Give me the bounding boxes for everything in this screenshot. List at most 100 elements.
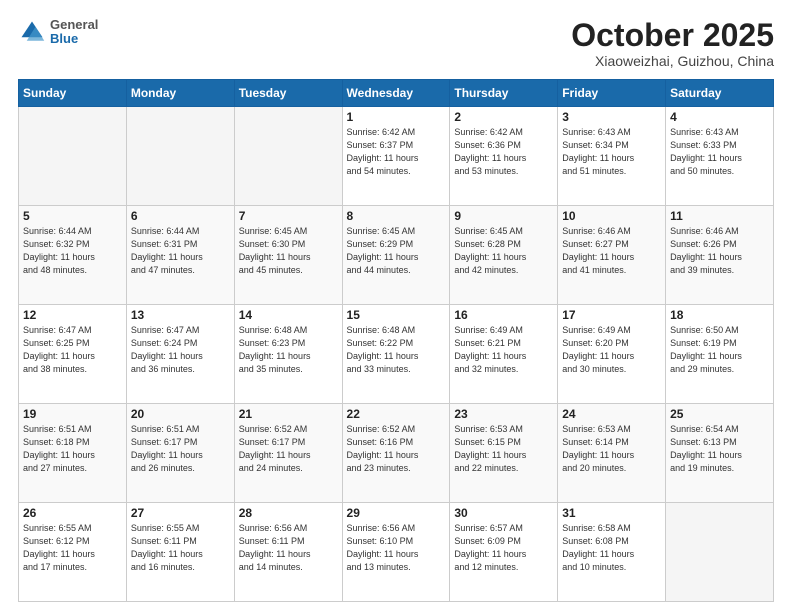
calendar-cell: 15Sunrise: 6:48 AM Sunset: 6:22 PM Dayli… xyxy=(342,305,450,404)
day-info: Sunrise: 6:47 AM Sunset: 6:25 PM Dayligh… xyxy=(23,324,122,376)
day-info: Sunrise: 6:42 AM Sunset: 6:37 PM Dayligh… xyxy=(347,126,446,178)
calendar: SundayMondayTuesdayWednesdayThursdayFrid… xyxy=(18,79,774,602)
weekday-header: Tuesday xyxy=(234,80,342,107)
day-info: Sunrise: 6:48 AM Sunset: 6:23 PM Dayligh… xyxy=(239,324,338,376)
logo-text: General Blue xyxy=(50,18,98,47)
calendar-week-row: 19 Sunrise: 6:51 AM Sunset: 6:18 PM Dayli… xyxy=(19,404,774,503)
calendar-cell xyxy=(666,503,774,602)
day-info: Sunrise: 6:54 AM Sunset: 6:13 PM Dayligh… xyxy=(670,423,769,475)
day-number: 2 xyxy=(454,110,553,124)
day-info: Sunrise: 6:52 AM Sunset: 6:16 PM Dayligh… xyxy=(347,423,446,475)
weekday-header-row: SundayMondayTuesdayWednesdayThursdayFrid… xyxy=(19,80,774,107)
calendar-cell xyxy=(234,107,342,206)
day-number: 6 xyxy=(131,209,230,223)
calendar-week-row: 26 Sunrise: 6:55 AM Sunset: 6:12 PM Dayli… xyxy=(19,503,774,602)
day-info: Sunrise: 6:42 AM Sunset: 6:36 PM Dayligh… xyxy=(454,126,553,178)
calendar-week-row: 12Sunrise: 6:47 AM Sunset: 6:25 PM Dayli… xyxy=(19,305,774,404)
logo-general: General xyxy=(50,18,98,32)
calendar-cell xyxy=(19,107,127,206)
month-title: October 2025 xyxy=(571,18,774,53)
day-number: 3 xyxy=(562,110,661,124)
day-number: 22 xyxy=(347,407,446,421)
day-info: Sunrise: 6:52 AM Sunset: 6:17 PM Dayligh… xyxy=(239,423,338,475)
calendar-cell: 11 Sunrise: 6:46 AM Sunset: 6:26 PM Dayli… xyxy=(666,206,774,305)
calendar-cell: 7Sunrise: 6:45 AM Sunset: 6:30 PM Daylig… xyxy=(234,206,342,305)
calendar-cell: 22 Sunrise: 6:52 AM Sunset: 6:16 PM Dayli… xyxy=(342,404,450,503)
logo-icon xyxy=(18,18,46,46)
day-number: 4 xyxy=(670,110,769,124)
day-number: 28 xyxy=(239,506,338,520)
day-number: 13 xyxy=(131,308,230,322)
day-info: Sunrise: 6:46 AM Sunset: 6:26 PM Dayligh… xyxy=(670,225,769,277)
day-info: Sunrise: 6:43 AM Sunset: 6:33 PM Dayligh… xyxy=(670,126,769,178)
calendar-cell: 31Sunrise: 6:58 AM Sunset: 6:08 PM Dayli… xyxy=(558,503,666,602)
calendar-cell: 20 Sunrise: 6:51 AM Sunset: 6:17 PM Dayli… xyxy=(126,404,234,503)
day-number: 26 xyxy=(23,506,122,520)
calendar-cell: 24Sunrise: 6:53 AM Sunset: 6:14 PM Dayli… xyxy=(558,404,666,503)
day-number: 16 xyxy=(454,308,553,322)
calendar-cell: 21Sunrise: 6:52 AM Sunset: 6:17 PM Dayli… xyxy=(234,404,342,503)
day-number: 14 xyxy=(239,308,338,322)
calendar-cell: 25 Sunrise: 6:54 AM Sunset: 6:13 PM Dayli… xyxy=(666,404,774,503)
calendar-cell: 18Sunrise: 6:50 AM Sunset: 6:19 PM Dayli… xyxy=(666,305,774,404)
calendar-cell: 10 Sunrise: 6:46 AM Sunset: 6:27 PM Dayli… xyxy=(558,206,666,305)
day-number: 29 xyxy=(347,506,446,520)
day-number: 5 xyxy=(23,209,122,223)
calendar-cell: 2 Sunrise: 6:42 AM Sunset: 6:36 PM Daylig… xyxy=(450,107,558,206)
day-number: 27 xyxy=(131,506,230,520)
calendar-cell: 1 Sunrise: 6:42 AM Sunset: 6:37 PM Daylig… xyxy=(342,107,450,206)
calendar-cell xyxy=(126,107,234,206)
day-info: Sunrise: 6:50 AM Sunset: 6:19 PM Dayligh… xyxy=(670,324,769,376)
calendar-cell: 17 Sunrise: 6:49 AM Sunset: 6:20 PM Dayli… xyxy=(558,305,666,404)
day-info: Sunrise: 6:51 AM Sunset: 6:17 PM Dayligh… xyxy=(131,423,230,475)
calendar-cell: 27Sunrise: 6:55 AM Sunset: 6:11 PM Dayli… xyxy=(126,503,234,602)
location: Xiaoweizhai, Guizhou, China xyxy=(571,53,774,69)
calendar-week-row: 1 Sunrise: 6:42 AM Sunset: 6:37 PM Daylig… xyxy=(19,107,774,206)
day-info: Sunrise: 6:45 AM Sunset: 6:29 PM Dayligh… xyxy=(347,225,446,277)
day-info: Sunrise: 6:55 AM Sunset: 6:12 PM Dayligh… xyxy=(23,522,122,574)
day-info: Sunrise: 6:44 AM Sunset: 6:32 PM Dayligh… xyxy=(23,225,122,277)
header: General Blue October 2025 Xiaoweizhai, G… xyxy=(18,18,774,69)
day-info: Sunrise: 6:53 AM Sunset: 6:14 PM Dayligh… xyxy=(562,423,661,475)
weekday-header: Monday xyxy=(126,80,234,107)
calendar-cell: 9Sunrise: 6:45 AM Sunset: 6:28 PM Daylig… xyxy=(450,206,558,305)
day-number: 9 xyxy=(454,209,553,223)
weekday-header: Wednesday xyxy=(342,80,450,107)
day-info: Sunrise: 6:45 AM Sunset: 6:30 PM Dayligh… xyxy=(239,225,338,277)
day-number: 30 xyxy=(454,506,553,520)
weekday-header: Thursday xyxy=(450,80,558,107)
day-info: Sunrise: 6:48 AM Sunset: 6:22 PM Dayligh… xyxy=(347,324,446,376)
calendar-cell: 14 Sunrise: 6:48 AM Sunset: 6:23 PM Dayli… xyxy=(234,305,342,404)
day-number: 10 xyxy=(562,209,661,223)
day-number: 17 xyxy=(562,308,661,322)
page: General Blue October 2025 Xiaoweizhai, G… xyxy=(0,0,792,612)
calendar-cell: 13 Sunrise: 6:47 AM Sunset: 6:24 PM Dayli… xyxy=(126,305,234,404)
day-info: Sunrise: 6:56 AM Sunset: 6:10 PM Dayligh… xyxy=(347,522,446,574)
calendar-cell: 16 Sunrise: 6:49 AM Sunset: 6:21 PM Dayli… xyxy=(450,305,558,404)
day-info: Sunrise: 6:51 AM Sunset: 6:18 PM Dayligh… xyxy=(23,423,122,475)
day-number: 11 xyxy=(670,209,769,223)
day-number: 20 xyxy=(131,407,230,421)
day-number: 31 xyxy=(562,506,661,520)
day-number: 25 xyxy=(670,407,769,421)
day-info: Sunrise: 6:49 AM Sunset: 6:20 PM Dayligh… xyxy=(562,324,661,376)
weekday-header: Saturday xyxy=(666,80,774,107)
day-info: Sunrise: 6:53 AM Sunset: 6:15 PM Dayligh… xyxy=(454,423,553,475)
logo: General Blue xyxy=(18,18,98,47)
day-info: Sunrise: 6:44 AM Sunset: 6:31 PM Dayligh… xyxy=(131,225,230,277)
logo-blue: Blue xyxy=(50,32,98,46)
calendar-cell: 26 Sunrise: 6:55 AM Sunset: 6:12 PM Dayli… xyxy=(19,503,127,602)
calendar-cell: 4 Sunrise: 6:43 AM Sunset: 6:33 PM Daylig… xyxy=(666,107,774,206)
day-number: 19 xyxy=(23,407,122,421)
day-info: Sunrise: 6:46 AM Sunset: 6:27 PM Dayligh… xyxy=(562,225,661,277)
day-info: Sunrise: 6:49 AM Sunset: 6:21 PM Dayligh… xyxy=(454,324,553,376)
day-info: Sunrise: 6:47 AM Sunset: 6:24 PM Dayligh… xyxy=(131,324,230,376)
calendar-cell: 5 Sunrise: 6:44 AM Sunset: 6:32 PM Daylig… xyxy=(19,206,127,305)
calendar-cell: 28Sunrise: 6:56 AM Sunset: 6:11 PM Dayli… xyxy=(234,503,342,602)
weekday-header: Sunday xyxy=(19,80,127,107)
calendar-cell: 6 Sunrise: 6:44 AM Sunset: 6:31 PM Daylig… xyxy=(126,206,234,305)
calendar-cell: 19 Sunrise: 6:51 AM Sunset: 6:18 PM Dayli… xyxy=(19,404,127,503)
day-number: 1 xyxy=(347,110,446,124)
header-right: October 2025 Xiaoweizhai, Guizhou, China xyxy=(571,18,774,69)
calendar-cell: 3Sunrise: 6:43 AM Sunset: 6:34 PM Daylig… xyxy=(558,107,666,206)
